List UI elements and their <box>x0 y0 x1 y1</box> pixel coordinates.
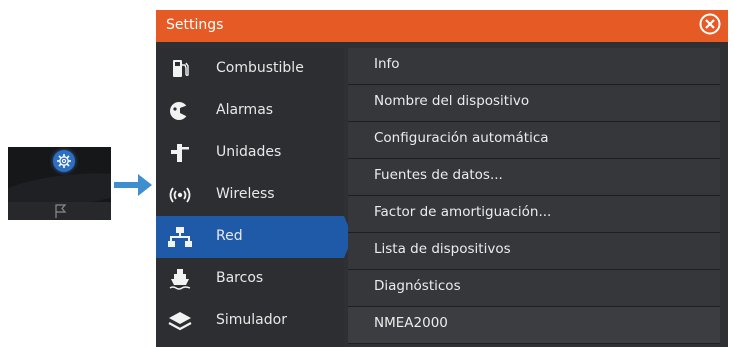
option-factor-de-amortiguacion[interactable]: Factor de amortiguación... <box>348 196 720 233</box>
option-label: NMEA2000 <box>374 315 448 331</box>
layers-icon <box>168 312 192 331</box>
option-info[interactable]: Info <box>348 48 720 85</box>
option-label: Factor de amortiguación... <box>374 204 552 220</box>
units-icon <box>171 144 189 162</box>
option-lista-de-dispositivos[interactable]: Lista de dispositivos <box>348 233 720 270</box>
menu-label: Alarmas <box>216 102 274 118</box>
alarm-horn-icon <box>170 102 188 120</box>
menu-item-red[interactable]: Red <box>156 216 353 258</box>
gear-icon <box>57 154 71 168</box>
menu-item-wireless[interactable]: Wireless <box>156 174 344 216</box>
menu-label: Wireless <box>216 186 275 202</box>
option-fuentes-de-datos[interactable]: Fuentes de datos... <box>348 159 720 196</box>
title-bar: Settings <box>156 10 728 42</box>
menu-label: Simulador <box>216 312 287 328</box>
menu-label: Barcos <box>216 270 264 286</box>
dialog-title: Settings <box>166 17 224 33</box>
option-nmea2000[interactable]: NMEA2000 <box>348 307 720 344</box>
thumbnail-bottom-bar <box>8 202 111 220</box>
menu-label: Combustible <box>216 60 304 76</box>
home-screen-thumbnail <box>8 147 111 220</box>
arrow-right-icon <box>114 174 152 196</box>
option-label: Info <box>374 56 400 72</box>
menu-label: Unidades <box>216 144 282 160</box>
settings-options-list: Info Nombre del dispositivo Configuració… <box>348 48 728 347</box>
close-circle-icon <box>699 13 721 35</box>
menu-item-simulador[interactable]: Simulador <box>156 300 344 342</box>
menu-item-unidades[interactable]: Unidades <box>156 132 344 174</box>
menu-item-combustible[interactable]: Combustible <box>156 48 344 90</box>
option-label: Fuentes de datos... <box>374 167 503 183</box>
settings-gear-button[interactable] <box>53 150 75 172</box>
menu-item-barcos[interactable]: Barcos <box>156 258 344 300</box>
option-configuracion-automatica[interactable]: Configuración automática <box>348 122 720 159</box>
settings-category-menu: Combustible Alarmas Unidades Wireless Re… <box>156 48 353 347</box>
option-label: Nombre del dispositivo <box>374 93 530 109</box>
option-label: Diagnósticos <box>374 278 461 294</box>
fuel-pump-icon <box>173 60 189 77</box>
wireless-icon <box>169 187 191 203</box>
close-button[interactable] <box>699 13 721 35</box>
option-diagnosticos[interactable]: Diagnósticos <box>348 270 720 307</box>
option-nombre-del-dispositivo[interactable]: Nombre del dispositivo <box>348 85 720 122</box>
settings-dialog: Settings Combustible Alarmas Unidades Wi… <box>156 10 728 347</box>
ship-icon <box>169 269 191 290</box>
flag-icon <box>55 204 67 218</box>
menu-label: Red <box>216 228 243 244</box>
menu-item-alarmas[interactable]: Alarmas <box>156 90 344 132</box>
network-icon <box>168 227 192 247</box>
option-label: Configuración automática <box>374 130 549 146</box>
option-label: Lista de dispositivos <box>374 241 511 257</box>
